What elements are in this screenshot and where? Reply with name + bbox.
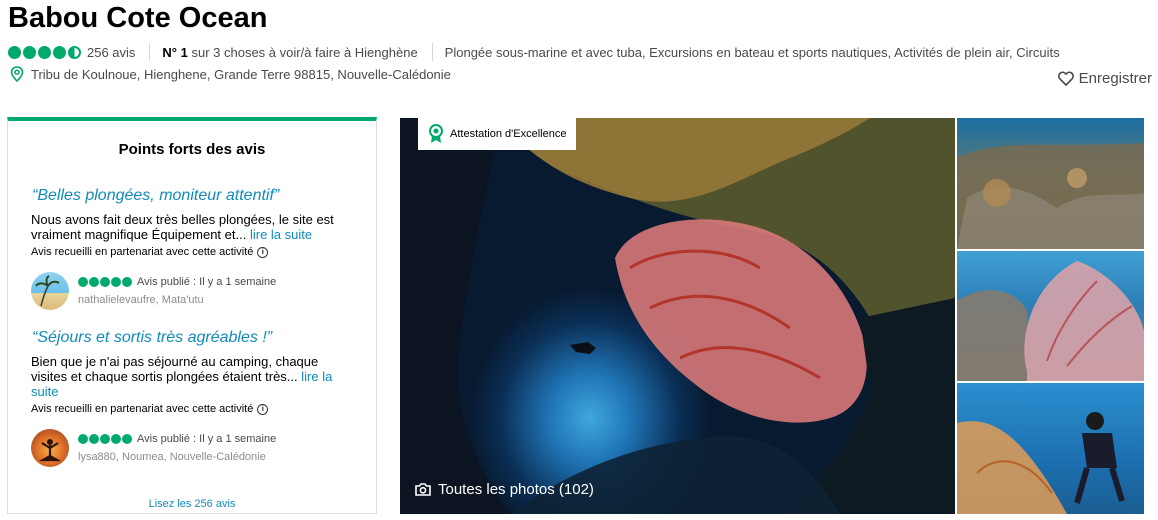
address[interactable]: Tribu de Koulnoue, Hienghene, Grande Ter… — [10, 66, 451, 82]
read-all-reviews-link[interactable]: Lisez les 256 avis — [8, 498, 376, 510]
rating-bubble-icon — [8, 45, 21, 59]
review-count-link[interactable]: 256 avis — [87, 45, 135, 60]
rank-number: N° 1 — [162, 44, 188, 60]
reviewer-location: , Noumea, Nouvelle-Calédonie — [115, 451, 266, 463]
rating-bubble-icon — [78, 434, 88, 444]
rank-text: sur 3 choses à voir/à faire à Hienghène — [191, 44, 418, 60]
rating-bubble-icon — [53, 45, 66, 59]
review-snippet: Bien que je n'ai pas séjourné au camping… — [31, 354, 351, 399]
rating-bubble-icon — [100, 434, 110, 444]
divider — [431, 43, 433, 61]
review-meta: Avis publié : Il y a 1 semaine — [78, 433, 276, 445]
partner-note: Avis recueilli en partenariat avec cette… — [31, 246, 269, 258]
certificate-badge: Attestation d'Excellence — [418, 118, 577, 150]
award-ribbon-icon — [429, 124, 443, 143]
read-more-link[interactable]: lire la suite — [250, 227, 312, 242]
underwater-cave-photo — [400, 118, 955, 514]
photo-thumbnail[interactable] — [957, 118, 1144, 249]
rating-bubble-icon — [78, 277, 88, 287]
divider — [149, 43, 151, 61]
rating-half-bubble-icon — [68, 45, 81, 59]
rating-bubbles[interactable] — [8, 45, 81, 59]
avatar[interactable] — [31, 429, 69, 467]
reviewer-name-link[interactable]: nathalielevaufre — [78, 294, 156, 306]
page-title: Babou Cote Ocean — [8, 2, 268, 34]
published-date: Avis publié : Il y a 1 semaine — [137, 276, 277, 288]
map-pin-icon — [10, 66, 24, 82]
rating-bubble-icon — [111, 434, 121, 444]
rating-bubble-icon — [23, 45, 36, 59]
sea-fan-photo — [957, 261, 1144, 381]
yoga-silhouette-icon — [38, 439, 62, 462]
rating-bubble-icon — [89, 434, 99, 444]
info-icon[interactable]: i — [257, 246, 269, 258]
partner-text: Avis recueilli en partenariat avec cette… — [31, 403, 254, 415]
rating-bubble-icon — [89, 277, 99, 287]
review-title-link[interactable]: “Séjours et sortis très agréables !” — [32, 329, 272, 347]
panel-title: Points forts des avis — [118, 141, 266, 158]
certificate-label: Attestation d'Excellence — [450, 128, 567, 140]
rating-bubble-icon — [122, 277, 132, 287]
all-photos-label: Toutes les photos (102) — [438, 481, 594, 498]
address-text: Tribu de Koulnoue, Hienghene, Grande Ter… — [31, 66, 451, 82]
rating-row: 256 avis N° 1 sur 3 choses à voir/à fair… — [8, 42, 1060, 62]
rating-bubble-icon — [122, 434, 132, 444]
review-meta: Avis publié : Il y a 1 semaine — [78, 276, 276, 288]
review-title-link[interactable]: “Belles plongées, moniteur attentif” — [32, 187, 279, 205]
review-snippet: Nous avons fait deux très belles plongée… — [31, 212, 351, 242]
published-date: Avis publié : Il y a 1 semaine — [137, 433, 277, 445]
info-icon[interactable]: i — [257, 403, 269, 415]
partner-text: Avis recueilli en partenariat avec cette… — [31, 246, 254, 258]
reviewer-name-link[interactable]: lysa880 — [78, 451, 116, 463]
reviewer: nathalielevaufre, Mata'utu — [78, 294, 204, 306]
rating-bubble-icon — [111, 277, 121, 287]
coral-reef-photo — [957, 143, 1144, 249]
all-photos-button[interactable]: Toutes les photos (102) — [415, 481, 594, 498]
save-button[interactable]: Enregistrer — [1057, 70, 1152, 87]
reviewer-location: , Mata'utu — [155, 294, 204, 306]
avatar[interactable] — [31, 272, 69, 310]
camera-icon — [415, 483, 431, 496]
diver-photo — [957, 412, 1125, 514]
rating-bubble-icon — [100, 277, 110, 287]
photo-thumbnail[interactable] — [957, 383, 1144, 514]
photo-thumbnail[interactable] — [957, 251, 1144, 381]
review-highlights-panel: Points forts des avis “Belles plongées, … — [7, 117, 377, 514]
category-links[interactable]: Plongée sous-marine et avec tuba, Excurs… — [445, 45, 1060, 60]
review-rating-bubbles — [78, 277, 132, 287]
rating-bubble-icon — [38, 45, 51, 59]
main-photo[interactable]: Attestation d'Excellence Toutes les phot… — [400, 118, 955, 514]
reviewer: lysa880, Noumea, Nouvelle-Calédonie — [78, 451, 266, 463]
partner-note: Avis recueilli en partenariat avec cette… — [31, 403, 269, 415]
ranking[interactable]: N° 1 sur 3 choses à voir/à faire à Hieng… — [162, 45, 417, 60]
save-label: Enregistrer — [1078, 70, 1152, 87]
review-rating-bubbles — [78, 434, 132, 444]
heart-icon — [1057, 71, 1074, 86]
review-text: Bien que je n'ai pas séjourné au camping… — [31, 354, 319, 384]
palm-tree-icon — [35, 275, 60, 307]
